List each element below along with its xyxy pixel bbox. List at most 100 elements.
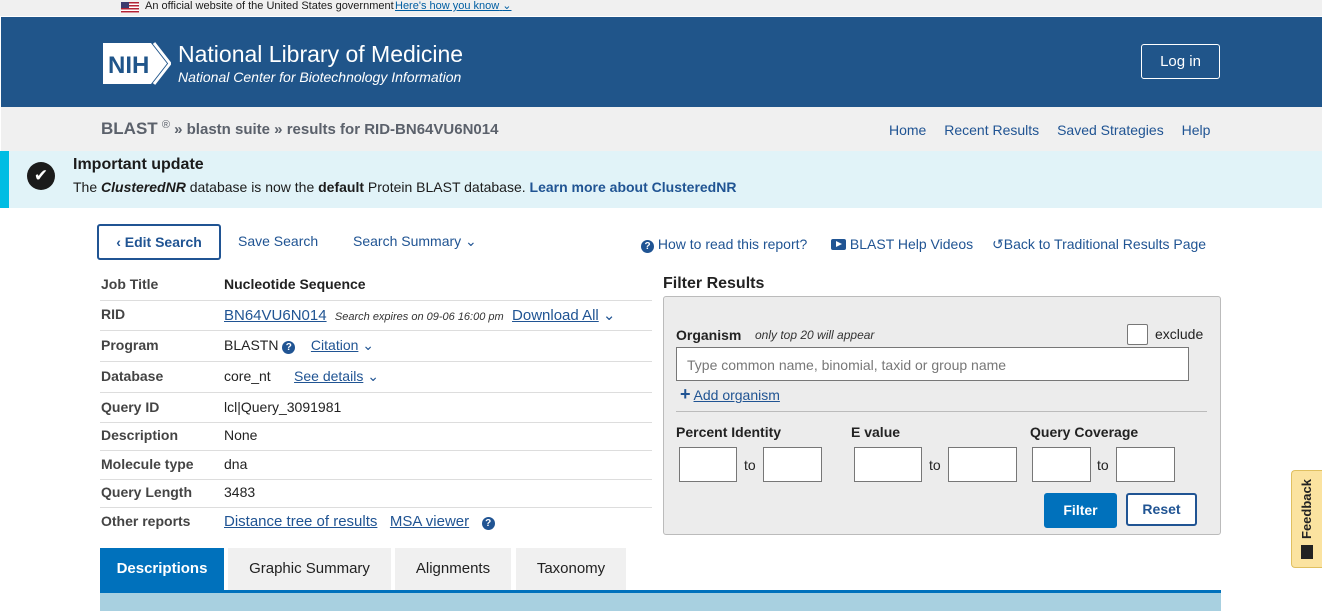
- nav-home[interactable]: Home: [889, 122, 926, 138]
- add-organism-link[interactable]: + Add organism: [680, 384, 780, 405]
- citation-dropdown[interactable]: Citation: [311, 337, 358, 353]
- important-update-banner: ✔ Important update The ClusteredNR datab…: [0, 151, 1322, 208]
- molecule-type-label: Molecule type: [101, 456, 194, 472]
- query-coverage-min-input[interactable]: [1032, 447, 1091, 482]
- see-details-dropdown[interactable]: See details: [294, 368, 363, 384]
- query-coverage-max-input[interactable]: [1116, 447, 1175, 482]
- organism-input[interactable]: Type common name, binomial, taxid or gro…: [676, 347, 1189, 381]
- download-all-dropdown[interactable]: Download All: [512, 307, 599, 324]
- tab-descriptions[interactable]: Descriptions: [100, 548, 224, 590]
- search-summary-dropdown[interactable]: Search Summary ⌄: [353, 233, 477, 250]
- nav-help[interactable]: Help: [1182, 122, 1211, 138]
- other-reports-row: Other reports Distance tree of results M…: [100, 513, 652, 535]
- nlm-title[interactable]: National Library of Medicine: [178, 41, 463, 68]
- question-circle-icon[interactable]: ?: [481, 517, 495, 530]
- description-value: None: [224, 427, 258, 443]
- chevron-down-icon: ⌄: [362, 337, 375, 353]
- how-to-read-link[interactable]: ? How to read this report?: [641, 236, 807, 253]
- molecule-type-value: dna: [224, 456, 248, 472]
- other-reports-label: Other reports: [101, 513, 191, 529]
- nav-saved-strategies[interactable]: Saved Strategies: [1057, 122, 1164, 138]
- edit-search-button[interactable]: ‹ Edit Search: [97, 224, 221, 260]
- help-videos-link[interactable]: BLAST Help Videos: [831, 236, 973, 252]
- query-id-row: Query ID lcl|Query_3091981: [100, 399, 652, 423]
- organism-label: Organism: [676, 327, 742, 343]
- ncbi-subtitle[interactable]: National Center for Biotechnology Inform…: [178, 69, 461, 85]
- distance-tree-link[interactable]: Distance tree of results: [224, 513, 377, 530]
- breadcrumb-separator: »: [174, 121, 183, 138]
- molecule-type-row: Molecule type dna: [100, 456, 652, 480]
- database-label: Database: [101, 368, 164, 384]
- program-row: Program BLASTN ? Citation ⌄: [100, 337, 652, 362]
- breadcrumb-suite[interactable]: blastn suite: [187, 121, 270, 138]
- chevron-left-icon: ‹: [116, 234, 125, 250]
- heres-how-you-know-link[interactable]: Here's how you know ⌄: [395, 0, 512, 13]
- chevron-down-icon: ⌄: [502, 0, 512, 12]
- tab-taxonomy[interactable]: Taxonomy: [516, 548, 626, 590]
- tab-graphic-summary[interactable]: Graphic Summary: [228, 548, 391, 590]
- query-id-value: lcl|Query_3091981: [224, 399, 342, 415]
- to-label: to: [744, 457, 756, 473]
- top-nav: Home Recent Results Saved Strategies Hel…: [889, 122, 1224, 138]
- percent-identity-min-input[interactable]: [679, 447, 737, 482]
- evalue-min-input[interactable]: [854, 447, 922, 482]
- update-text: The ClusteredNR database is now the defa…: [73, 179, 737, 195]
- nih-logo-text: NIH: [108, 52, 149, 79]
- rid-row: RID BN64VU6N014 Search expires on 09-06 …: [100, 306, 652, 331]
- chevron-down-icon: ⌄: [367, 368, 379, 384]
- query-coverage-label: Query Coverage: [1030, 424, 1139, 440]
- program-label: Program: [101, 337, 159, 353]
- filter-results-title: Filter Results: [663, 275, 765, 292]
- nav-recent-results[interactable]: Recent Results: [944, 122, 1039, 138]
- percent-identity-max-input[interactable]: [763, 447, 822, 482]
- check-circle-icon: ✔: [27, 162, 55, 190]
- breadcrumb: BLAST ® » blastn suite » results for RID…: [101, 119, 498, 139]
- description-label: Description: [101, 427, 179, 443]
- evalue-label: E value: [851, 424, 901, 440]
- query-id-label: Query ID: [101, 399, 160, 415]
- site-header: NIH National Library of Medicine Nationa…: [1, 17, 1322, 107]
- learn-more-clusterednr-link[interactable]: Learn more about ClusteredNR: [530, 179, 737, 195]
- job-title-label: Job Title: [101, 276, 159, 292]
- tab-content-header: [100, 590, 1221, 611]
- video-play-icon: [831, 239, 846, 250]
- tab-alignments[interactable]: Alignments: [395, 548, 511, 590]
- evalue-max-input[interactable]: [948, 447, 1017, 482]
- exclude-label: exclude: [1155, 326, 1204, 342]
- reset-button[interactable]: Reset: [1126, 493, 1197, 526]
- database-value: core_nt See details ⌄: [224, 368, 379, 384]
- registered-mark: ®: [161, 119, 170, 131]
- to-label: to: [929, 457, 941, 473]
- rid-label: RID: [101, 306, 126, 322]
- question-circle-icon[interactable]: ?: [282, 341, 296, 354]
- undo-icon: ↺: [992, 236, 1004, 252]
- back-traditional-link[interactable]: ↺Back to Traditional Results Page: [992, 236, 1206, 253]
- rid-link[interactable]: BN64VU6N014: [224, 307, 327, 324]
- breadcrumb-blast[interactable]: BLAST: [101, 119, 158, 138]
- search-expires: Search expires on 09-06 16:00 pm: [334, 311, 504, 323]
- job-title-row: Job Title Nucleotide Sequence: [100, 276, 652, 301]
- msa-viewer-link[interactable]: MSA viewer: [390, 513, 469, 530]
- percent-identity-label: Percent Identity: [676, 424, 782, 440]
- job-title-value: Nucleotide Sequence: [224, 276, 366, 292]
- save-search-link[interactable]: Save Search: [238, 233, 318, 249]
- gov-banner-text: An official website of the United States…: [145, 0, 394, 12]
- nih-logo[interactable]: NIH: [101, 41, 171, 86]
- chevron-down-icon: ⌄: [602, 307, 616, 324]
- rid-value: BN64VU6N014 Search expires on 09-06 16:0…: [224, 306, 616, 324]
- filter-button[interactable]: Filter: [1044, 493, 1117, 528]
- login-button[interactable]: Log in: [1141, 44, 1220, 79]
- breadcrumb-separator: »: [274, 121, 283, 138]
- gov-banner: An official website of the United States…: [0, 0, 1322, 16]
- question-circle-icon: ?: [641, 240, 654, 253]
- other-reports-value: Distance tree of results MSA viewer ?: [224, 513, 495, 530]
- chevron-down-icon: ⌄: [465, 233, 477, 249]
- exclude-checkbox[interactable]: [1127, 324, 1148, 345]
- plus-icon: +: [680, 384, 691, 404]
- database-row: Database core_nt See details ⌄: [100, 368, 652, 393]
- feedback-icon: [1301, 545, 1313, 559]
- program-value: BLASTN ? Citation ⌄: [224, 337, 375, 354]
- feedback-tab[interactable]: Feedback: [1291, 470, 1322, 568]
- filter-panel: Organism only top 20 will appear exclude…: [663, 296, 1221, 535]
- filter-divider: [676, 411, 1207, 412]
